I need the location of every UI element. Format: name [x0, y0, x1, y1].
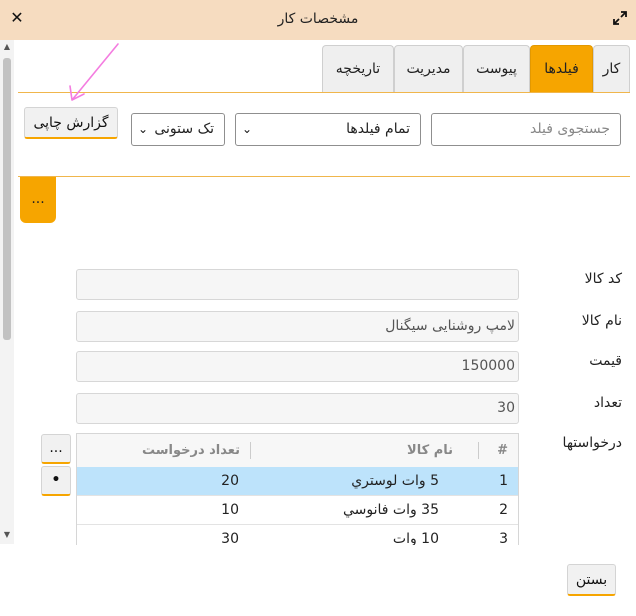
tab-fields[interactable]: فیلدها [530, 45, 593, 92]
expand-icon[interactable] [612, 10, 628, 26]
row-item-name: 35 وات فانوسي [342, 502, 439, 518]
row-request-count: 20 [221, 473, 239, 489]
header-item-name[interactable]: نام کالا [257, 434, 453, 467]
close-button[interactable]: بستن [567, 564, 616, 596]
row-item-name: 10 وات [392, 531, 439, 545]
table-select-button[interactable]: • [41, 466, 71, 496]
row-request-count: 10 [221, 502, 239, 518]
row-index: 3 [499, 531, 508, 545]
requests-label: درخواستها [562, 435, 622, 451]
window-title: مشخصات کار [277, 11, 359, 27]
more-options-button[interactable]: ... [20, 177, 56, 223]
fields-filter-select[interactable]: تمام فیلدها ⌄ [235, 113, 421, 146]
tab-job[interactable]: کار [593, 45, 630, 92]
code-label: کد کالا [584, 271, 622, 287]
table-more-button[interactable]: ... [41, 434, 71, 464]
chevron-down-icon: ⌄ [138, 122, 149, 136]
row-index: 2 [499, 502, 508, 518]
columns-layout-select[interactable]: تک ستونی ⌄ [131, 113, 225, 146]
quantity-field[interactable]: 30 [76, 393, 519, 424]
requests-table: # نام کالا تعداد درخواست 1 5 وات لوستري … [76, 433, 519, 545]
row-index: 1 [499, 473, 508, 489]
section-divider [18, 176, 630, 177]
table-row[interactable]: 3 10 وات 30 [77, 525, 518, 545]
price-field[interactable]: 150000 [76, 351, 519, 382]
header-request-count[interactable]: تعداد درخواست [117, 434, 240, 467]
pointer-arrow-icon [69, 43, 119, 101]
scrollbar-thumb[interactable] [3, 58, 11, 340]
header-index[interactable]: # [484, 434, 508, 467]
row-request-count: 30 [221, 531, 239, 545]
name-field[interactable]: لامپ روشنایی سیگنال [76, 311, 519, 342]
scroll-down-icon[interactable]: ▼ [2, 530, 12, 540]
chevron-down-icon: ⌄ [242, 122, 253, 136]
columns-layout-value: تک ستونی [154, 121, 214, 137]
table-row[interactable]: 2 35 وات فانوسي 10 [77, 496, 518, 525]
table-row[interactable]: 1 5 وات لوستري 20 [77, 467, 518, 496]
tab-attachment[interactable]: پیوست [463, 45, 530, 92]
tab-history[interactable]: تاریخچه [322, 45, 394, 92]
fields-filter-value: تمام فیلدها [346, 121, 410, 137]
header-separator [250, 442, 251, 459]
tab-management[interactable]: مدیریت [394, 45, 463, 92]
name-label: نام کالا [581, 313, 622, 329]
close-icon[interactable]: ✕ [8, 9, 26, 27]
print-report-button[interactable]: گزارش چاپی [24, 107, 118, 139]
scroll-up-icon[interactable]: ▲ [2, 42, 12, 52]
header-separator [478, 442, 479, 459]
field-search-input[interactable]: جستجوی فیلد [431, 113, 621, 146]
row-item-name: 5 وات لوستري [351, 473, 439, 489]
code-field[interactable] [76, 269, 519, 300]
price-label: قیمت [589, 353, 622, 369]
quantity-label: تعداد [593, 395, 622, 411]
